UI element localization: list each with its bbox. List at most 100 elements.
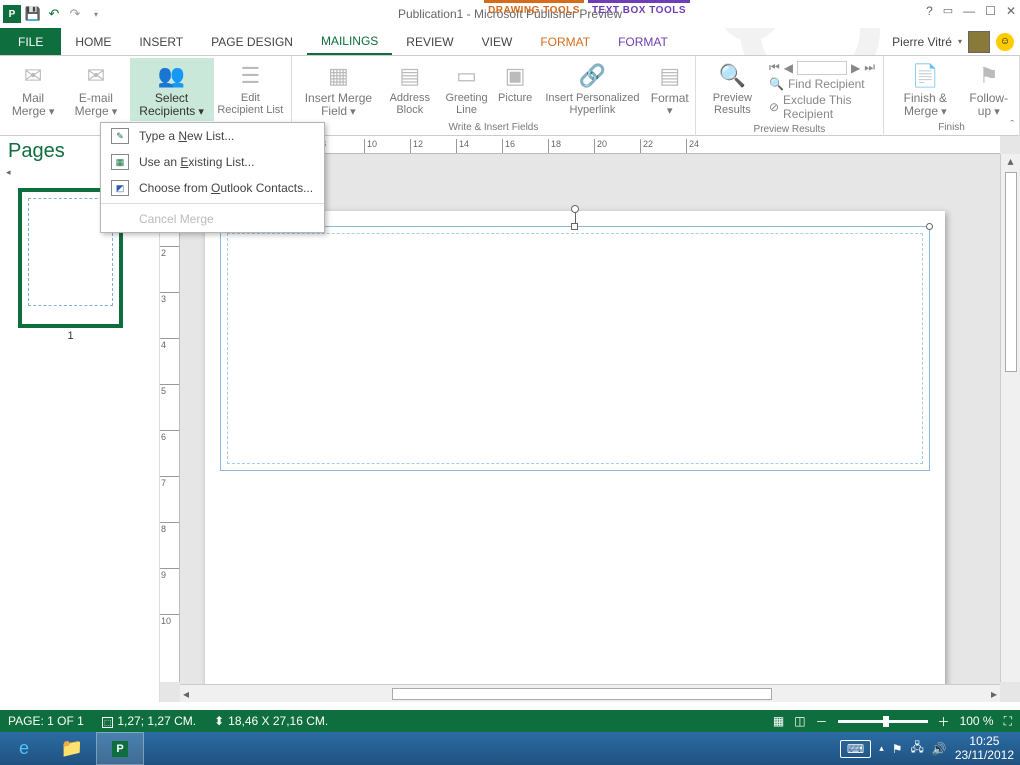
status-bar: PAGE: 1 OF 1 ⬚1,27; 1,27 CM. ⬍18,46 X 27… <box>0 710 1020 732</box>
ribbon-tabs: FILE HOME INSERT PAGE DESIGN MAILINGS RE… <box>0 28 1020 56</box>
hyperlink-icon: 🔗 <box>576 60 608 92</box>
ribbon-group-write-insert: ▦Insert Merge Field ▾ ▤Address Block ▭Gr… <box>292 56 696 136</box>
zoom-fit-icon[interactable]: ⛶ <box>1004 714 1012 729</box>
find-recipient-button[interactable]: 🔍Find Recipient <box>769 77 875 91</box>
blank-icon <box>111 211 129 227</box>
close-icon[interactable]: ✕ <box>1006 4 1016 18</box>
personalized-hyperlink-button[interactable]: 🔗Insert Personalized Hyperlink <box>536 58 649 121</box>
address-icon: ▤ <box>394 60 426 92</box>
drawing-tools-label: DRAWING TOOLS <box>484 0 584 18</box>
save-icon[interactable]: 💾 <box>24 5 42 23</box>
tab-file[interactable]: FILE <box>0 28 61 55</box>
undo-icon[interactable]: ↶ <box>45 5 63 23</box>
address-block-button[interactable]: ▤Address Block <box>381 58 439 121</box>
tray-network-icon[interactable]: 🖧 <box>910 738 923 759</box>
maximize-icon[interactable]: ☐ <box>985 4 996 18</box>
tray-volume-icon[interactable]: 🔊 <box>932 742 947 756</box>
tab-view[interactable]: VIEW <box>468 28 527 55</box>
publication-page[interactable] <box>205 211 945 702</box>
status-size: ⬍18,46 X 27,16 CM. <box>214 714 328 728</box>
scroll-up-icon[interactable]: ▴ <box>1001 154 1020 168</box>
tab-home[interactable]: HOME <box>61 28 125 55</box>
email-merge-button[interactable]: ✉E-mail Merge ▾ <box>62 58 129 121</box>
first-record-icon[interactable]: ⏮ <box>769 60 780 75</box>
redo-icon[interactable]: ↷ <box>66 5 84 23</box>
taskbar-ie-icon[interactable]: e <box>0 732 48 765</box>
format-button[interactable]: ▤Format ▾ <box>649 58 691 121</box>
tray-flag-icon[interactable]: ⚑ <box>892 742 903 756</box>
picture-icon: ▣ <box>499 60 531 92</box>
next-record-icon[interactable]: ▶ <box>851 61 860 75</box>
publisher-app-icon[interactable]: P <box>3 5 21 23</box>
menu-use-existing-list[interactable]: ▦Use an Existing List... <box>101 149 324 175</box>
insert-merge-field-button[interactable]: ▦Insert Merge Field ▾ <box>296 58 380 121</box>
merge-field-icon: ▦ <box>322 60 354 92</box>
ribbon-options-icon[interactable]: ▭ <box>943 4 953 18</box>
zoom-in-icon[interactable]: ＋ <box>938 713 950 730</box>
exclude-recipient-button[interactable]: ⊘Exclude This Recipient <box>769 93 875 121</box>
collapse-ribbon-icon[interactable]: ˆ <box>1010 119 1014 131</box>
picture-button[interactable]: ▣Picture <box>494 58 536 121</box>
help-icon[interactable]: ? <box>926 4 933 18</box>
scroll-right-icon[interactable]: ▸ <box>988 687 1000 701</box>
greeting-icon: ▭ <box>451 60 483 92</box>
tab-insert[interactable]: INSERT <box>125 28 197 55</box>
finish-merge-button[interactable]: 📄Finish & Merge ▾ <box>888 58 962 121</box>
tab-mailings[interactable]: MAILINGS <box>307 28 392 55</box>
zoom-out-icon[interactable]: － <box>816 713 828 730</box>
mail-merge-button[interactable]: ✉Mail Merge ▾ <box>4 58 62 121</box>
ribbon-group-finish: 📄Finish & Merge ▾ ⚑Follow-up ▾ Finish <box>884 56 1020 136</box>
email-icon: ✉ <box>80 60 112 92</box>
tab-drawing-format[interactable]: FORMAT <box>526 28 604 55</box>
resize-handle-n[interactable] <box>571 223 578 230</box>
tab-review[interactable]: REVIEW <box>392 28 467 55</box>
tab-textbox-format[interactable]: FORMAT <box>604 28 682 55</box>
user-avatar[interactable] <box>968 31 990 53</box>
recipients-icon: 👥 <box>156 60 188 92</box>
existing-list-icon: ▦ <box>111 154 129 170</box>
menu-outlook-contacts[interactable]: ◩Choose from Outlook Contacts... <box>101 175 324 201</box>
zoom-level[interactable]: 100 % <box>960 714 994 728</box>
rotate-handle[interactable] <box>571 205 579 213</box>
status-page[interactable]: PAGE: 1 OF 1 <box>8 714 84 728</box>
scrollbar-thumb-h[interactable] <box>392 688 772 700</box>
feedback-icon[interactable]: ☺ <box>996 33 1014 51</box>
preview-results-button[interactable]: 🔍Preview Results <box>700 58 765 123</box>
selected-textbox[interactable] <box>220 226 930 471</box>
windows-taskbar: e 📁 P ⌨ ▴ ⚑ 🖧 🔊 10:2523/11/2012 <box>0 732 1020 765</box>
tray-clock[interactable]: 10:2523/11/2012 <box>955 735 1014 763</box>
search-icon: 🔍 <box>769 77 784 91</box>
select-recipients-button[interactable]: 👥Select Recipients ▾ <box>130 58 214 121</box>
view-spread-icon[interactable]: ◫ <box>794 714 805 728</box>
resize-handle-ne[interactable] <box>926 223 933 230</box>
tray-keyboard-icon[interactable]: ⌨ <box>840 740 871 758</box>
menu-type-new-list[interactable]: ✎Type a New List... <box>101 123 324 149</box>
minimize-icon[interactable]: — <box>963 4 975 18</box>
group-preview-label: Preview Results <box>700 123 879 136</box>
vertical-scrollbar[interactable]: ▴ <box>1000 154 1020 682</box>
edit-recipient-list-button[interactable]: ☰Edit Recipient List <box>214 58 288 121</box>
followup-button[interactable]: ⚑Follow-up ▾ <box>963 58 1015 121</box>
vertical-ruler[interactable]: 012345678910 <box>160 154 180 682</box>
greeting-line-button[interactable]: ▭Greeting Line <box>439 58 494 121</box>
type-list-icon: ✎ <box>111 128 129 144</box>
ribbon-group-preview: 🔍Preview Results ⏮ ◀ ▶ ⏭ 🔍Find Recipient… <box>696 56 884 136</box>
taskbar-publisher-icon[interactable]: P <box>96 732 144 765</box>
zoom-slider[interactable] <box>838 720 928 723</box>
user-name[interactable]: Pierre Vitré <box>892 35 952 49</box>
view-single-icon[interactable]: ▦ <box>773 714 784 728</box>
record-number-input[interactable] <box>797 61 847 75</box>
user-dropdown-icon[interactable]: ▾ <box>958 37 962 46</box>
record-nav[interactable]: ⏮ ◀ ▶ ⏭ <box>769 60 875 75</box>
taskbar-explorer-icon[interactable]: 📁 <box>48 732 96 765</box>
qat-customize-icon[interactable]: ▾ <box>87 5 105 23</box>
prev-record-icon[interactable]: ◀ <box>784 61 793 75</box>
scrollbar-thumb-v[interactable] <box>1005 172 1017 372</box>
menu-cancel-merge: Cancel Merge <box>101 206 324 232</box>
tray-chevron-icon[interactable]: ▴ <box>879 743 884 754</box>
last-record-icon[interactable]: ⏭ <box>864 60 875 75</box>
tab-page-design[interactable]: PAGE DESIGN <box>197 28 307 55</box>
scroll-left-icon[interactable]: ◂ <box>180 687 192 701</box>
horizontal-scrollbar[interactable]: ◂▸ <box>180 684 1000 702</box>
title-bar: P 💾 ↶ ↷ ▾ Publication1 - Microsoft Publi… <box>0 0 1020 28</box>
